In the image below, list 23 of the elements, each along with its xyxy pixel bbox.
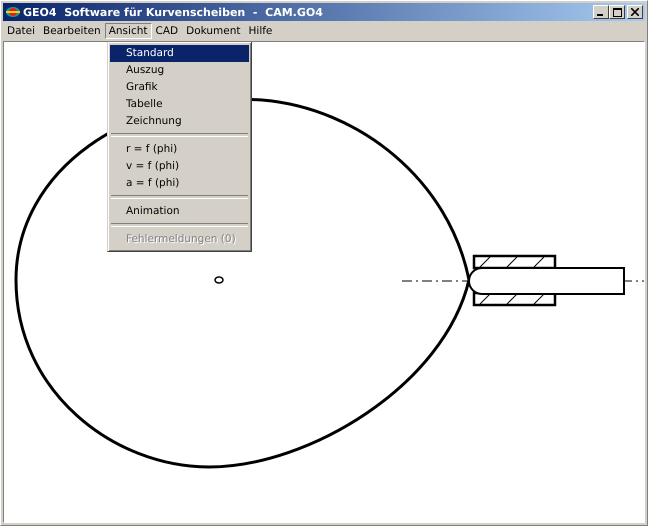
menu-option[interactable]: Zeichnung bbox=[110, 113, 249, 130]
menu-option[interactable]: Grafik bbox=[110, 79, 249, 96]
menu-item[interactable]: Dokument bbox=[182, 23, 244, 39]
app-icon bbox=[5, 5, 21, 19]
maximize-icon bbox=[612, 8, 622, 16]
menu-option[interactable]: a = f (phi) bbox=[110, 175, 249, 192]
maximize-button[interactable] bbox=[609, 5, 625, 19]
menu-option[interactable]: v = f (phi) bbox=[110, 158, 249, 175]
close-button[interactable] bbox=[627, 5, 643, 19]
close-icon bbox=[631, 8, 639, 16]
menu-item[interactable]: Bearbeiten bbox=[39, 23, 105, 39]
menu-item[interactable]: Ansicht bbox=[104, 23, 152, 39]
menu-option[interactable]: Animation bbox=[110, 203, 249, 220]
menu-option[interactable]: Auszug bbox=[110, 62, 249, 79]
menu-option[interactable]: r = f (phi) bbox=[110, 141, 249, 158]
menu-item[interactable]: Hilfe bbox=[244, 23, 276, 39]
menu-option[interactable]: Standard bbox=[110, 45, 249, 62]
menu-option[interactable]: Tabelle bbox=[110, 96, 249, 113]
window-title: GEO4 Software für Kurvenscheiben - CAM.GO4 bbox=[23, 6, 324, 18]
minimize-button[interactable] bbox=[593, 5, 609, 19]
menu-item[interactable]: Datei bbox=[3, 23, 40, 39]
cam-center bbox=[214, 276, 224, 284]
menu-item[interactable]: CAD bbox=[152, 23, 182, 39]
